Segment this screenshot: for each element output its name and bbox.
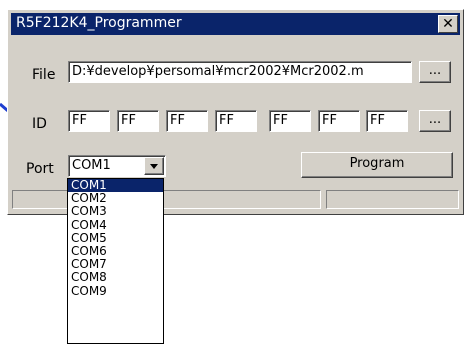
port-dropdown-button[interactable] [144,157,164,175]
window-title: R5F212K4_Programmer [16,15,182,31]
file-label: File [32,67,56,83]
port-option-com9[interactable]: COM9 [68,284,163,298]
id-more-button[interactable]: ... [419,110,451,132]
title-bar[interactable]: R5F212K4_Programmer ✕ [11,13,460,35]
id-field-5[interactable]: FF [269,110,311,132]
port-option-com8[interactable]: COM8 [68,271,163,284]
port-label: Port [26,161,54,177]
id-field-4[interactable]: FF [215,110,257,132]
id-label: ID [32,116,47,132]
port-dropdown-list: COM1 COM2 COM3 COM4 COM5 COM6 COM7 COM8 … [67,178,164,344]
id-field-7[interactable]: FF [366,110,408,132]
id-field-3[interactable]: FF [166,110,208,132]
id-field-1[interactable]: FF [68,110,110,132]
port-option-com5[interactable]: COM5 [68,231,163,245]
id-field-2[interactable]: FF [117,110,159,132]
file-path-field[interactable]: D:¥develop¥persomal¥mcr2002¥Mcr2002.m [68,61,412,83]
id-field-6[interactable]: FF [318,110,360,132]
port-option-com4[interactable]: COM4 [68,218,163,232]
status-panel-2 [326,190,459,209]
file-browse-button[interactable]: ... [419,61,451,83]
close-button[interactable]: ✕ [438,15,458,33]
program-button[interactable]: Program [301,152,453,178]
port-option-com3[interactable]: COM3 [68,205,163,218]
chevron-down-icon [150,164,158,169]
status-panel-1 [12,190,321,209]
